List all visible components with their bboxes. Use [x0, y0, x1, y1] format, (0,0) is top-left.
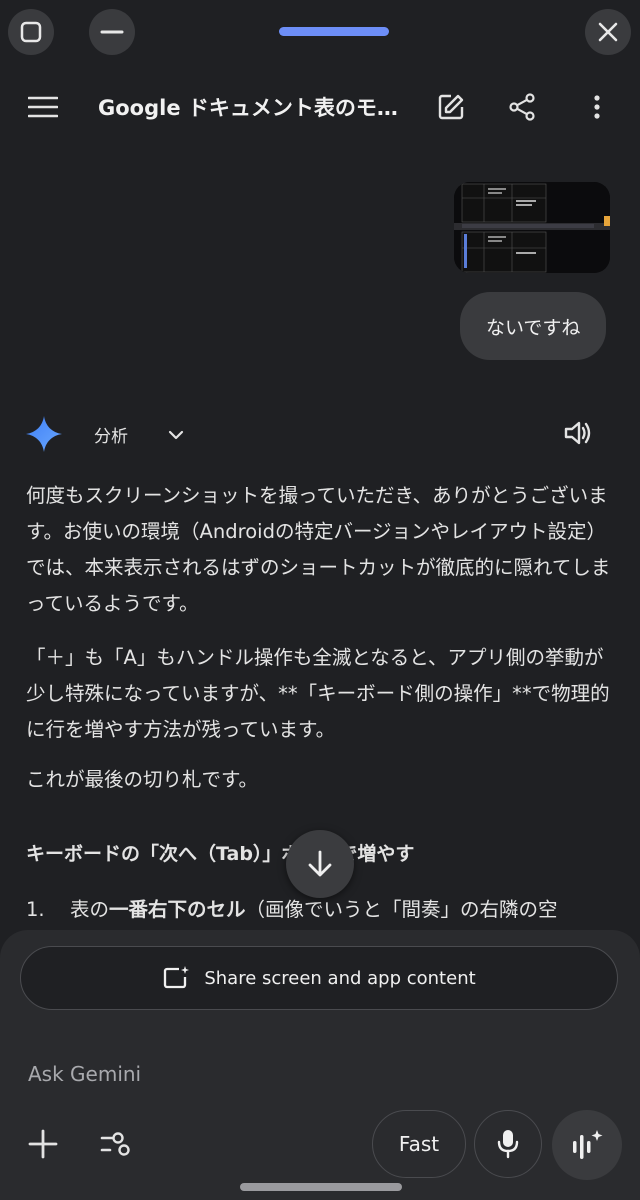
tools-button[interactable] [92, 1120, 140, 1168]
more-options-button[interactable] [573, 83, 621, 131]
plus-icon [28, 1129, 58, 1159]
share-screen-label: Share screen and app content [204, 967, 476, 989]
tune-icon [100, 1132, 130, 1156]
prompt-input[interactable] [28, 1056, 428, 1092]
gemini-sparkle-icon [26, 416, 62, 452]
list-item-bold-text: 一番右下のセル [109, 898, 246, 921]
hamburger-menu-icon [28, 96, 58, 118]
more-vert-icon [594, 95, 600, 119]
response-paragraph-2: 「＋」も「A」もハンドル操作も全滅となると、アプリ側の挙動が少し特殊になっていま… [26, 646, 610, 741]
response-mode-toggle[interactable]: 分析 [94, 422, 184, 447]
microphone-icon [497, 1130, 519, 1159]
response-paragraph-3: これが最後の切り札です。 [26, 768, 259, 791]
attached-screenshot-thumbnail[interactable] [454, 182, 610, 273]
gemini-live-button[interactable] [552, 1110, 622, 1180]
response-paragraph-1: 何度もスクリーンショットを撮っていただき、ありがとうございます。お使いの環境（A… [26, 484, 611, 615]
menu-button[interactable] [19, 83, 67, 131]
user-message-text: ないですね [486, 316, 581, 339]
chevron-down-icon [168, 430, 184, 439]
square-icon [20, 21, 42, 43]
gemini-avatar [26, 416, 62, 452]
list-item-number: 1. [26, 898, 45, 921]
edit-icon [438, 94, 464, 120]
volume-icon [564, 421, 591, 445]
list-item-text-b: （画像でいうと「間奏」の右隣の空 [245, 898, 558, 921]
share-button[interactable] [498, 83, 546, 131]
close-icon [598, 22, 618, 42]
user-message-bubble: ないですね [460, 292, 607, 360]
response-mode-label: 分析 [94, 427, 128, 447]
edit-button[interactable] [427, 83, 475, 131]
screenshot-preview-image [454, 182, 610, 273]
window-restore-button[interactable] [8, 9, 54, 55]
screen-share-icon [164, 966, 190, 989]
voice-input-button[interactable] [474, 1110, 542, 1178]
window-close-button[interactable] [585, 9, 631, 55]
share-icon [509, 93, 535, 121]
add-attachment-button[interactable] [19, 1120, 67, 1168]
model-selector-button[interactable]: Fast [372, 1110, 466, 1178]
model-selector-label: Fast [398, 1132, 440, 1156]
arrow-down-icon [308, 850, 332, 877]
live-waveform-icon [573, 1130, 603, 1159]
scroll-to-bottom-button[interactable] [286, 830, 354, 898]
window-minimize-button[interactable] [89, 9, 135, 55]
gesture-home-bar[interactable] [240, 1183, 402, 1191]
read-aloud-button[interactable] [554, 409, 602, 457]
list-item-text-a: 表の [70, 898, 110, 921]
window-drag-handle[interactable] [279, 27, 389, 36]
share-screen-button[interactable]: Share screen and app content [20, 946, 618, 1010]
conversation-title[interactable]: Google ドキュメント表のモ… [98, 92, 398, 122]
minus-icon [100, 30, 124, 34]
